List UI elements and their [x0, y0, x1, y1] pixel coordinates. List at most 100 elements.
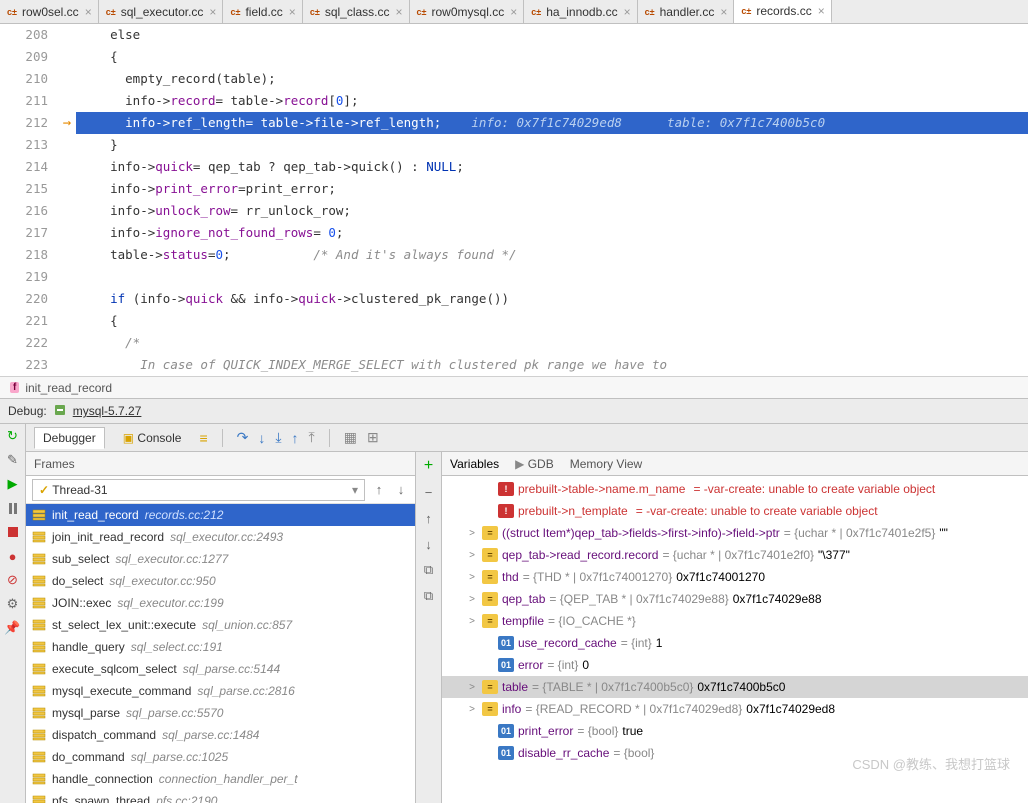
editor-tab[interactable]: c±field.cc×: [223, 0, 302, 23]
pin-icon[interactable]: 📌: [5, 620, 21, 636]
close-icon[interactable]: ×: [624, 5, 631, 19]
copy-icon[interactable]: ⧉: [421, 562, 437, 578]
evaluate-icon[interactable]: ⊞: [367, 429, 379, 446]
add-watch-icon[interactable]: +: [421, 458, 437, 474]
rerun-icon[interactable]: ↻: [5, 428, 21, 444]
run-to-cursor-icon[interactable]: ▦: [344, 429, 357, 446]
variable-row[interactable]: >= thd = {THD * | 0x7f1c74001270} 0x7f1c…: [442, 566, 1028, 588]
variable-row[interactable]: >= qep_tab->read_record.record = {uchar …: [442, 544, 1028, 566]
frame-item[interactable]: sub_select sql_executor.cc:1277: [26, 548, 415, 570]
tab-gdb[interactable]: ▶ GDB: [515, 457, 554, 471]
variable-row[interactable]: >= qep_tab = {QEP_TAB * | 0x7f1c74029e88…: [442, 588, 1028, 610]
tab-variables[interactable]: Variables: [450, 457, 499, 471]
variable-row[interactable]: >= tempfile = {IO_CACHE *}: [442, 610, 1028, 632]
editor-tab[interactable]: c±sql_executor.cc×: [99, 0, 224, 23]
frame-item[interactable]: handle_query sql_select.cc:191: [26, 636, 415, 658]
mute-bp-icon[interactable]: ⊘: [5, 572, 21, 588]
threads-icon[interactable]: ≡: [199, 430, 207, 446]
variable-row[interactable]: 01 disable_rr_cache = {bool}: [442, 742, 1028, 764]
var-badge-icon: 01: [498, 658, 514, 672]
frame-item[interactable]: mysql_parse sql_parse.cc:5570: [26, 702, 415, 724]
frame-item[interactable]: st_select_lex_unit::execute sql_union.cc…: [26, 614, 415, 636]
tool1-icon[interactable]: ✎: [5, 452, 21, 468]
variable-row[interactable]: ! prebuilt->table->name.m_name = -var-cr…: [442, 478, 1028, 500]
variable-row[interactable]: > = ((struct Item*)qep_tab->fields->first…: [442, 522, 1028, 544]
variable-row[interactable]: ! prebuilt->n_template = -var-create: un…: [442, 500, 1028, 522]
frame-item[interactable]: dispatch_command sql_parse.cc:1484: [26, 724, 415, 746]
close-icon[interactable]: ×: [209, 5, 216, 19]
var-type: = {READ_RECORD * | 0x7f1c74029ed8}: [525, 702, 742, 716]
frame-item[interactable]: execute_sqlcom_select sql_parse.cc:5144: [26, 658, 415, 680]
expand-icon[interactable]: >: [466, 528, 478, 539]
remove-watch-icon[interactable]: −: [421, 484, 437, 500]
var-name: ((struct Item*)qep_tab->fields->first->i…: [502, 526, 780, 540]
var-type: = {int}: [621, 636, 652, 650]
close-icon[interactable]: ×: [289, 5, 296, 19]
next-frame-icon[interactable]: ↓: [393, 482, 409, 498]
var-value: 0: [582, 658, 589, 672]
frame-loc: connection_handler_per_t: [159, 772, 298, 786]
view-bp-icon[interactable]: ●: [5, 548, 21, 564]
expand-icon[interactable]: >: [466, 572, 478, 583]
var-name: qep_tab->read_record.record: [502, 548, 658, 562]
editor-tab[interactable]: c±row0sel.cc×: [0, 0, 99, 23]
debug-config[interactable]: mysql-5.7.27: [73, 404, 142, 418]
down-icon[interactable]: ↓: [421, 536, 437, 552]
editor-tab[interactable]: c±ha_innodb.cc×: [524, 0, 637, 23]
close-icon[interactable]: ×: [396, 5, 403, 19]
frame-item[interactable]: JOIN::exec sql_executor.cc:199: [26, 592, 415, 614]
step-into-icon[interactable]: ↓: [258, 430, 265, 446]
expand-icon[interactable]: >: [466, 594, 478, 605]
close-icon[interactable]: ×: [85, 5, 92, 19]
variable-row[interactable]: 01 error = {int} 0: [442, 654, 1028, 676]
expand-icon[interactable]: >: [466, 616, 478, 627]
cpp-file-icon: c±: [6, 6, 18, 18]
editor-tab[interactable]: c±row0mysql.cc×: [410, 0, 525, 23]
step-out-icon[interactable]: ↑: [292, 430, 299, 446]
tab-memory-view[interactable]: Memory View: [570, 457, 642, 471]
tab-console[interactable]: ▣ Console: [115, 428, 190, 448]
variable-row[interactable]: 01 print_error = {bool} true: [442, 720, 1028, 742]
expand-icon[interactable]: >: [466, 550, 478, 561]
frames-panel: Frames ✓ Thread-31 ▾ ↑ ↓ init_read_recor…: [26, 452, 416, 803]
variable-row[interactable]: >= table = {TABLE * | 0x7f1c7400b5c0} 0x…: [442, 676, 1028, 698]
stack-frame-icon: [32, 553, 46, 565]
frame-item[interactable]: pfs_spawn_thread pfs.cc:2190: [26, 790, 415, 803]
var-badge-icon: 01: [498, 724, 514, 738]
frame-item[interactable]: handle_connection connection_handler_per…: [26, 768, 415, 790]
var-badge-icon: =: [482, 526, 498, 540]
variable-row[interactable]: >= info = {READ_RECORD * | 0x7f1c74029ed…: [442, 698, 1028, 720]
var-value: "": [939, 526, 948, 540]
stop-icon[interactable]: [5, 524, 21, 540]
force-step-into-icon[interactable]: ⤓: [275, 429, 281, 446]
settings-icon[interactable]: ⚙: [5, 596, 21, 612]
close-icon[interactable]: ×: [818, 4, 825, 18]
expand-icon[interactable]: >: [466, 682, 478, 693]
frame-item[interactable]: mysql_execute_command sql_parse.cc:2816: [26, 680, 415, 702]
prev-frame-icon[interactable]: ↑: [371, 482, 387, 498]
pause-icon[interactable]: [5, 500, 21, 516]
link-icon[interactable]: ⧉: [421, 588, 437, 604]
step-over-icon[interactable]: ↷: [237, 429, 249, 446]
tab-debugger[interactable]: Debugger: [34, 427, 105, 449]
frame-fn: do_select: [52, 574, 103, 588]
close-icon[interactable]: ×: [720, 5, 727, 19]
frame-item[interactable]: join_init_read_record sql_executor.cc:24…: [26, 526, 415, 548]
thread-dropdown[interactable]: ✓ Thread-31 ▾: [32, 479, 365, 501]
frame-item[interactable]: do_select sql_executor.cc:950: [26, 570, 415, 592]
close-icon[interactable]: ×: [510, 5, 517, 19]
variable-row[interactable]: 01 use_record_cache = {int} 1: [442, 632, 1028, 654]
frame-item[interactable]: init_read_record records.cc:212: [26, 504, 415, 526]
editor-tab[interactable]: c±sql_class.cc×: [303, 0, 410, 23]
expand-icon[interactable]: >: [466, 704, 478, 715]
stack-frame-icon: [32, 729, 46, 741]
drop-frame-icon[interactable]: ⤒: [309, 429, 315, 446]
code-area[interactable]: else { empty_record(table); info->record…: [76, 24, 1028, 376]
resume-icon[interactable]: ▶: [5, 476, 21, 492]
editor-tab[interactable]: c±handler.cc×: [638, 0, 735, 23]
variables-list: ! prebuilt->table->name.m_name = -var-cr…: [442, 476, 1028, 803]
debug-main: Debugger ▣ Console ≡ ↷ ↓ ⤓ ↑ ⤒ ▦ ⊞ Frame…: [26, 424, 1028, 803]
editor-tab[interactable]: c±records.cc×: [734, 0, 831, 24]
frame-item[interactable]: do_command sql_parse.cc:1025: [26, 746, 415, 768]
up-icon[interactable]: ↑: [421, 510, 437, 526]
